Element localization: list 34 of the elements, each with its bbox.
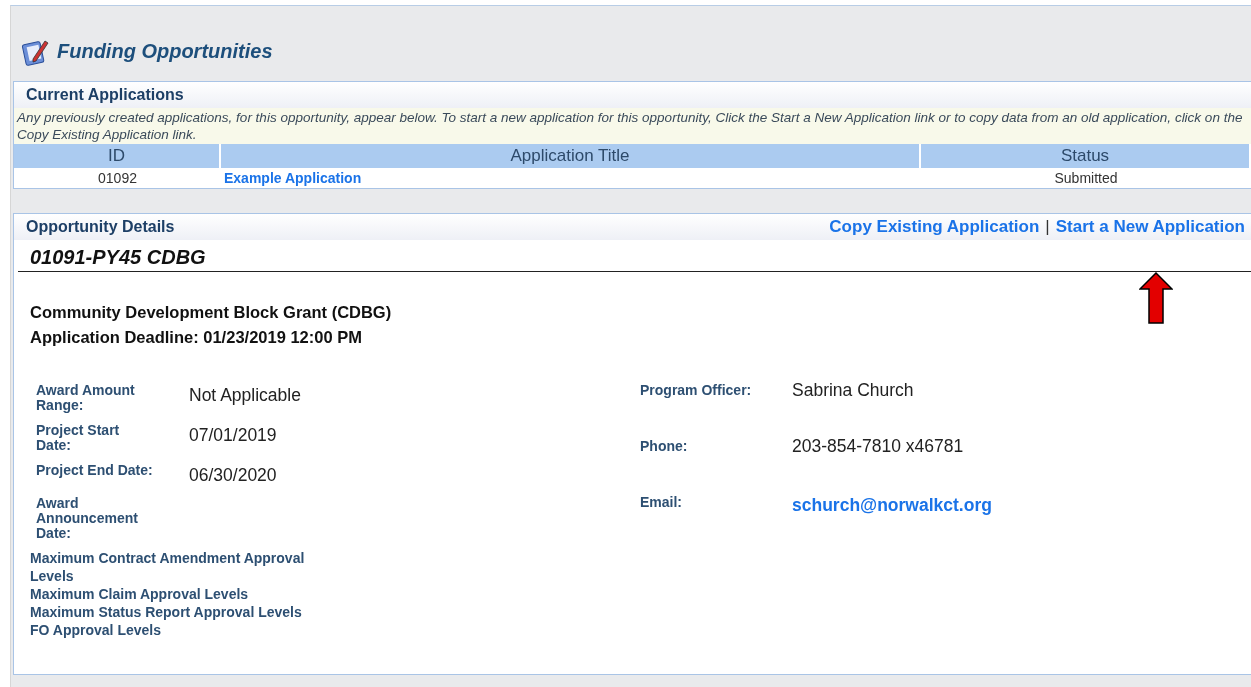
field-value: 07/01/2019 [189, 425, 278, 446]
field-label: Project End Date: [36, 463, 154, 478]
link-separator: | [1045, 217, 1050, 237]
approval-levels-label: Maximum Contract Amendment Approval Levels [30, 549, 306, 585]
field-label: Program Officer: [640, 383, 753, 398]
deadline-text: Application Deadline: 01/23/2019 12:00 PM [30, 327, 363, 348]
up-arrow-icon [1139, 272, 1173, 324]
grant-name: Community Development Block Grant (CDBG) [30, 302, 393, 323]
panel-heading: Opportunity Details [26, 218, 175, 236]
column-header: Status [921, 144, 1251, 168]
approval-levels-label: Maximum Claim Approval Levels [30, 585, 250, 603]
opportunity-code: 01091-PY45 CDBG [18, 240, 1251, 272]
copy-application-link[interactable]: Copy Existing Application [829, 217, 1040, 237]
approval-levels-label: Maximum Status Report Approval Levels [30, 603, 303, 621]
table-cell-text: Submitted [1053, 169, 1119, 188]
field-value: Not Applicable [189, 385, 302, 406]
field-value: 203-854-7810 x46781 [792, 436, 965, 457]
field-label: Award Amount Range: [36, 383, 136, 413]
field-label: Email: [640, 495, 683, 510]
new-application-link[interactable]: Start a New Application [1055, 217, 1245, 237]
table-cell-text: 01092 [97, 169, 138, 188]
field-value: 06/30/2020 [189, 465, 278, 486]
application-link[interactable]: Example Application [224, 170, 362, 186]
email-link[interactable]: schurch@norwalkct.org [792, 495, 992, 515]
field-label: Award Announcement Date: [36, 496, 139, 541]
field-label: Phone: [640, 439, 689, 454]
field-label: Project Start Date: [36, 423, 121, 453]
instructions-text: Any previously created applications, for this opportunity, appear below. To start a new application for this opportunity, Click the Start a New Application link or to copy data from an old application, click on the Copy Existing Application link. [14, 108, 1251, 144]
field-value: Sabrina Church [792, 380, 915, 401]
column-header: ID [14, 144, 221, 168]
column-header: Application Title [221, 144, 921, 168]
page-title: Funding Opportunities [57, 40, 273, 63]
panel-heading: Current Applications [26, 86, 184, 104]
approval-levels-label: FO Approval Levels [30, 621, 162, 639]
